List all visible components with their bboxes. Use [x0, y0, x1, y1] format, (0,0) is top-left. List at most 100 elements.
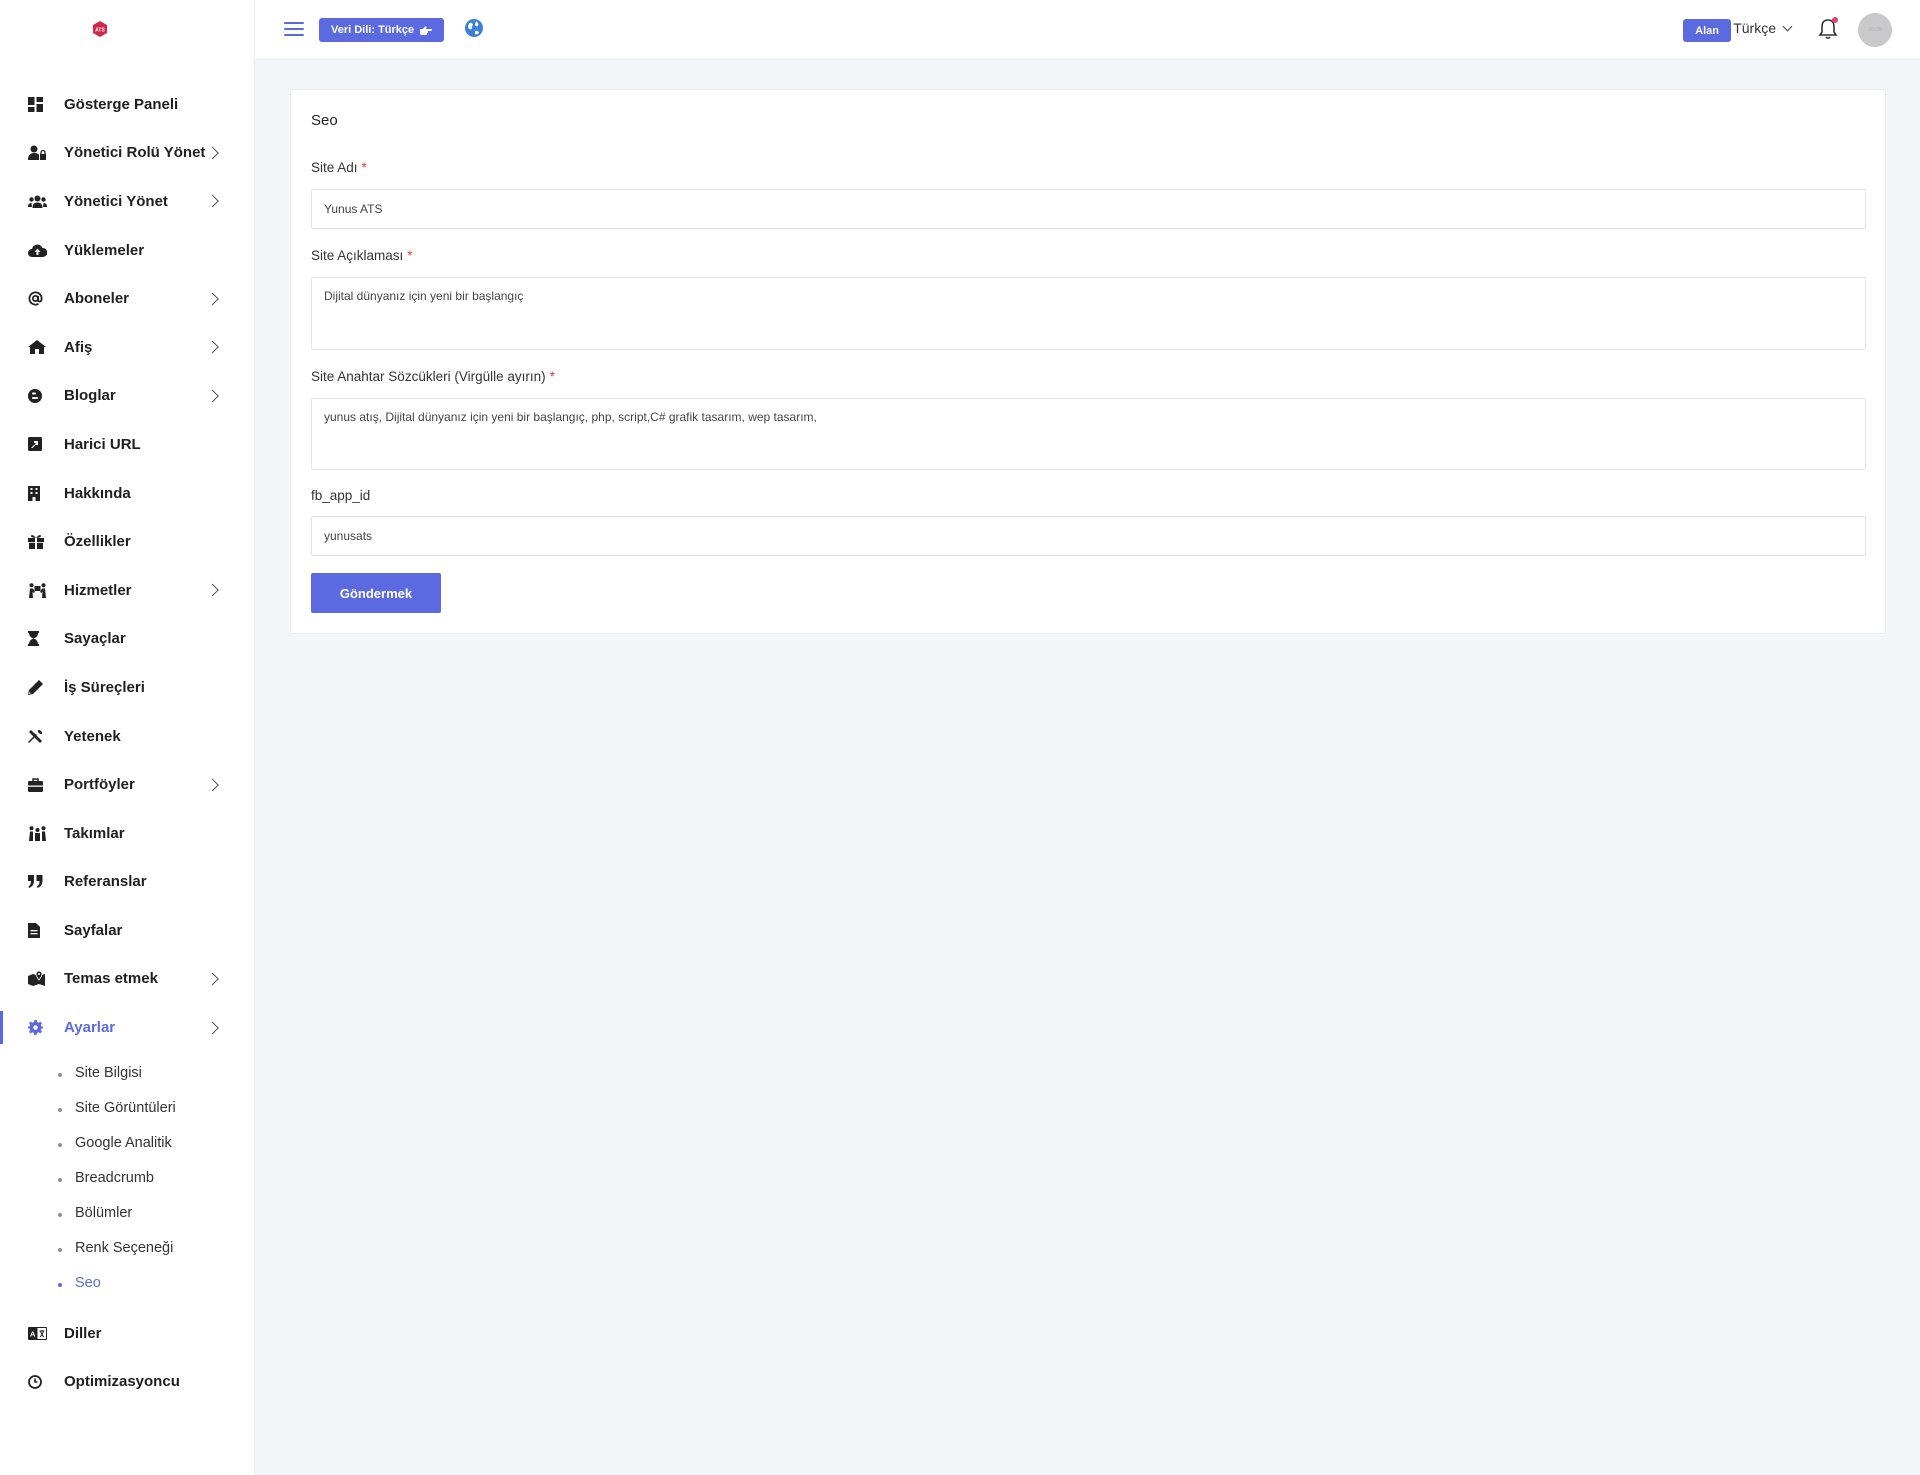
site-name-input[interactable]	[311, 189, 1866, 229]
sidebar-item-label: Yönetici Yönet	[64, 192, 168, 210]
submenu-item-google-analitik[interactable]: Google Analitik	[58, 1126, 255, 1161]
chevron-right-icon	[206, 778, 219, 791]
site-description-label: Site Açıklaması *	[311, 248, 413, 263]
sidebar-item-label: Özellikler	[64, 533, 131, 551]
sidebar-item-label: Hakkında	[64, 484, 131, 502]
sidebar-item-diller[interactable]: A Diller	[0, 1309, 255, 1358]
sidebar-item-afis[interactable]: Afiş	[0, 323, 255, 372]
site-keywords-textarea[interactable]: yunus atış, Dijital dünyanız için yeni b…	[311, 398, 1866, 470]
topbar: Veri Dili: Türkçe Alan Türkçe 86x86	[255, 0, 1920, 60]
submenu-item-label: Breadcrumb	[75, 1170, 154, 1187]
globe-icon[interactable]	[464, 18, 484, 38]
sidebar-item-label: Gösterge Paneli	[64, 95, 179, 113]
sidebar-item-yonetici-rolu-yonet[interactable]: Yönetici Rolü Yönet	[0, 129, 255, 178]
clock-icon	[28, 1373, 50, 1391]
sidebar-item-label: Afiş	[64, 338, 93, 356]
bullet-dot	[58, 1282, 62, 1287]
submenu-item-breadcrumb[interactable]: Breadcrumb	[58, 1161, 255, 1196]
sidebar-item-label: Optimizasyoncu	[64, 1373, 180, 1391]
sidebar-item-temas-etmek[interactable]: Temas etmek	[0, 955, 255, 1004]
chevron-right-icon	[206, 1021, 219, 1034]
user-avatar[interactable]: 86x86	[1858, 13, 1892, 47]
sidebar-item-label: Portföyler	[64, 776, 135, 794]
submenu-item-label: Bölümler	[75, 1205, 133, 1222]
bullet-dot	[58, 1072, 62, 1077]
hand-point-right-icon	[420, 25, 433, 35]
sidebar-item-hakkinda[interactable]: Hakkında	[0, 469, 255, 518]
sidebar-item-label: Yönetici Rolü Yönet	[64, 144, 206, 162]
tools-icon	[28, 727, 50, 745]
sidebar-item-label: Yüklemeler	[64, 241, 145, 259]
chevron-right-icon	[206, 146, 219, 160]
notification-badge	[1832, 17, 1838, 23]
submit-button[interactable]: Göndermek	[311, 573, 441, 613]
bullet-dot	[58, 1142, 62, 1147]
user-lock-icon	[28, 144, 50, 162]
data-language-label: Veri Dili: Türkçe	[331, 24, 415, 36]
gear-icon	[28, 1019, 50, 1037]
sidebar-item-sayfalar[interactable]: Sayfalar	[0, 906, 255, 955]
submenu-item-label: Google Analitik	[75, 1135, 172, 1152]
building-icon	[28, 484, 50, 502]
hamburger-menu-icon[interactable]	[284, 22, 304, 38]
submenu-item-renk-secenegi[interactable]: Renk Seçeneği	[58, 1231, 255, 1266]
sidebar-item-label: Sayfalar	[64, 921, 123, 939]
sidebar-item-ayarlar[interactable]: Ayarlar	[0, 1003, 255, 1052]
sidebar-item-label: Aboneler	[64, 290, 130, 308]
alan-button[interactable]: Alan	[1683, 19, 1731, 42]
sidebar-item-takimlar[interactable]: Takımlar	[0, 809, 255, 858]
sidebar-item-label: Harici URL	[64, 435, 141, 453]
submenu-item-label: Site Bilgisi	[75, 1065, 142, 1082]
sidebar-item-ozellikler[interactable]: Özellikler	[0, 517, 255, 566]
page-title: Seo	[311, 112, 338, 129]
quote-icon	[28, 873, 50, 891]
site-description-textarea[interactable]: Dijital dünyanız için yeni bir başlangıç	[311, 277, 1866, 350]
sidebar-item-portfoyler[interactable]: Portföyler	[0, 760, 255, 809]
data-language-button[interactable]: Veri Dili: Türkçe	[319, 18, 445, 42]
sidebar-item-aboneler[interactable]: Aboneler	[0, 274, 255, 323]
sidebar-item-is-surecleri[interactable]: İş Süreçleri	[0, 663, 255, 712]
gift-icon	[28, 533, 50, 551]
sidebar-item-yonetici-yonet[interactable]: Yönetici Yönet	[0, 177, 255, 226]
sidebar-item-label: Sayaçlar	[64, 630, 126, 648]
notification-bell-icon[interactable]	[1817, 17, 1839, 41]
language-select-value: Türkçe	[1733, 20, 1776, 36]
sidebar-item-referanslar[interactable]: Referanslar	[0, 858, 255, 907]
sidebar-item-bloglar[interactable]: Bloglar	[0, 372, 255, 421]
submenu-item-label: Renk Seçeneği	[75, 1240, 174, 1257]
sidebar-item-label: Temas etmek	[64, 970, 158, 988]
people-carry-icon	[28, 581, 50, 599]
map-marker-icon	[28, 970, 50, 988]
submenu-item-site-goruntuleri[interactable]: Site Görüntüleri	[58, 1091, 255, 1126]
language-select[interactable]: Türkçe	[1733, 20, 1793, 36]
sidebar-item-hizmetler[interactable]: Hizmetler	[0, 566, 255, 615]
avatar-placeholder-text: 86x86	[1868, 27, 1882, 33]
sidebar-item-sayaclar[interactable]: Sayaçlar	[0, 615, 255, 664]
site-name-label: Site Adı *	[311, 160, 367, 175]
sidebar-menu: Gösterge Paneli Yönetici Rolü Yönet Yöne…	[0, 80, 255, 1406]
submenu-item-seo[interactable]: Seo	[58, 1266, 255, 1301]
site-name-label-text: Site Adı	[311, 160, 358, 175]
cloud-upload-icon	[28, 241, 50, 259]
language-icon: A	[28, 1324, 50, 1342]
fb-app-id-input[interactable]	[311, 516, 1866, 556]
required-mark: *	[407, 248, 413, 263]
hourglass-icon	[28, 630, 50, 648]
bullet-dot	[58, 1247, 62, 1252]
sidebar-item-yetenek[interactable]: Yetenek	[0, 712, 255, 761]
sidebar-item-label: Yetenek	[64, 727, 121, 745]
bullet-dot	[58, 1177, 62, 1182]
submenu-item-site-bilgisi[interactable]: Site Bilgisi	[58, 1056, 255, 1091]
site-keywords-label: Site Anahtar Sözcükleri (Virgülle ayırın…	[311, 369, 555, 384]
ats-logo[interactable]: ATS	[91, 20, 109, 38]
sidebar-item-label: Diller	[64, 1324, 102, 1342]
sidebar-item-gosterge-paneli[interactable]: Gösterge Paneli	[0, 80, 255, 129]
submenu-item-bolumler[interactable]: Bölümler	[58, 1196, 255, 1231]
home-icon	[28, 338, 50, 356]
sidebar-item-yuklemeler[interactable]: Yüklemeler	[0, 226, 255, 275]
settings-submenu-wrapper: Site Bilgisi Site Görüntüleri Google Ana…	[0, 1052, 255, 1309]
dashboard-icon	[28, 95, 50, 113]
sidebar-item-harici-url[interactable]: Harici URL	[0, 420, 255, 469]
chevron-right-icon	[206, 340, 219, 354]
sidebar-item-optimizasyoncu[interactable]: Optimizasyoncu	[0, 1357, 255, 1406]
